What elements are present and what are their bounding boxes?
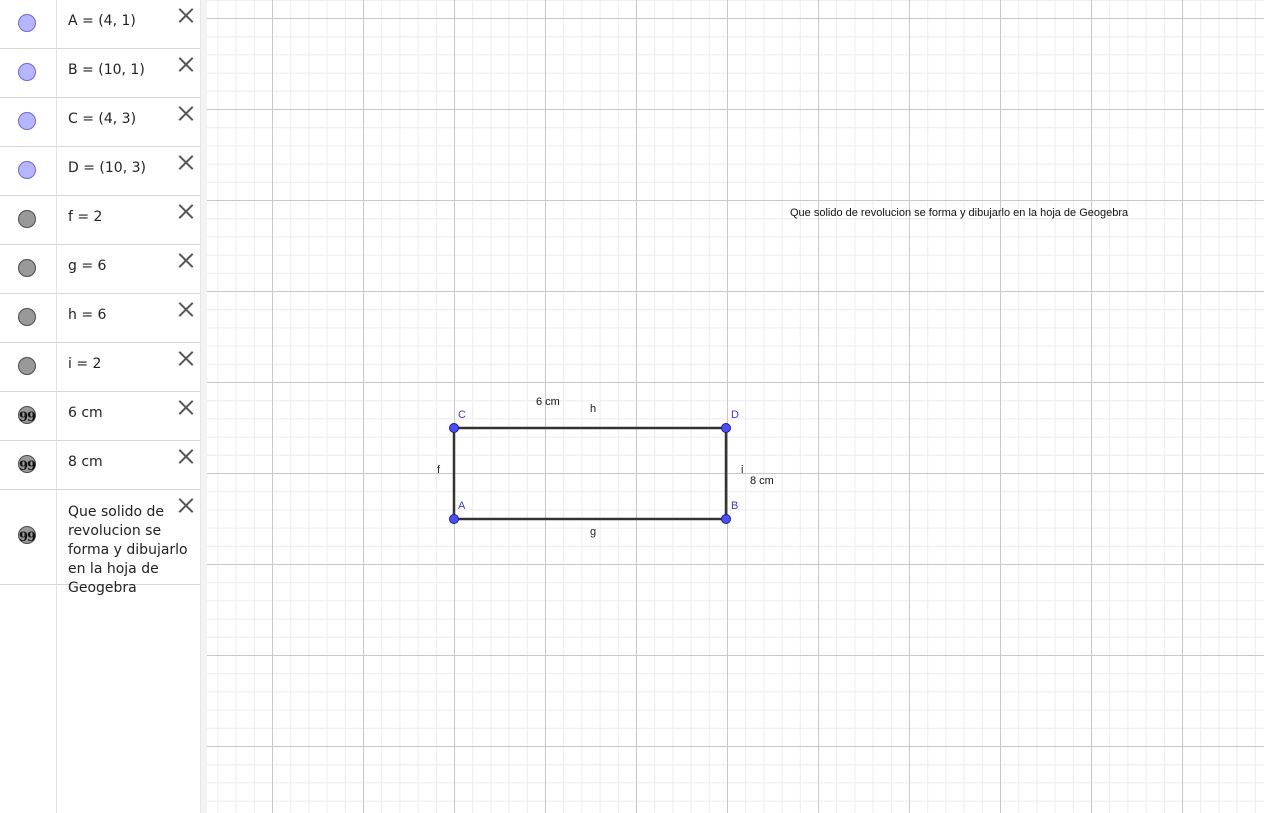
quote-glyph: 99 bbox=[18, 410, 36, 425]
segment-label-f: f bbox=[437, 464, 441, 476]
point-B[interactable] bbox=[721, 514, 731, 524]
algebra-item-A[interactable]: A = (4, 1) bbox=[0, 0, 200, 49]
algebra-item-label[interactable]: 8 cm bbox=[68, 454, 103, 470]
algebra-item-label[interactable]: h = 6 bbox=[68, 307, 106, 323]
point-label-C: C bbox=[458, 409, 466, 421]
delete-icon[interactable] bbox=[178, 105, 194, 121]
delete-icon[interactable] bbox=[178, 252, 194, 268]
segment-label-i: i bbox=[741, 464, 743, 476]
algebra-item-label[interactable]: B = (10, 1) bbox=[68, 62, 145, 78]
algebra-item-h[interactable]: h = 6 bbox=[0, 294, 200, 343]
visibility-toggle-icon[interactable] bbox=[18, 63, 36, 81]
text-question[interactable]: Que solido de revolucion se forma y dibu… bbox=[790, 207, 1129, 219]
point-label-D: D bbox=[731, 409, 739, 421]
point-A[interactable] bbox=[449, 514, 459, 524]
quote-glyph: 99 bbox=[18, 530, 36, 545]
point-C[interactable] bbox=[449, 423, 459, 433]
point-label-B: B bbox=[731, 500, 738, 512]
graphics-view[interactable]: h g f i 6 cm 8 cm Que solido de revoluci… bbox=[207, 0, 1264, 813]
segment-label-g: g bbox=[590, 526, 596, 538]
algebra-item-D[interactable]: D = (10, 3) bbox=[0, 147, 200, 196]
segment-label-h: h bbox=[590, 403, 596, 415]
text-object-icon[interactable]: 99 bbox=[18, 455, 36, 473]
algebra-item-label[interactable]: D = (10, 3) bbox=[68, 160, 146, 176]
delete-icon[interactable] bbox=[178, 350, 194, 366]
algebra-item-label[interactable]: 6 cm bbox=[68, 405, 103, 421]
algebra-item-text3[interactable]: 99 Que solido de revolucion se forma y d… bbox=[0, 490, 200, 596]
visibility-toggle-icon[interactable] bbox=[18, 112, 36, 130]
visibility-toggle-icon[interactable] bbox=[18, 14, 36, 32]
visibility-toggle-icon[interactable] bbox=[18, 308, 36, 326]
algebra-item-label[interactable]: C = (4, 3) bbox=[68, 111, 136, 127]
algebra-view: A = (4, 1) B = (10, 1) C = (4, 3) D = (1… bbox=[0, 0, 200, 813]
algebra-item-text2[interactable]: 99 8 cm bbox=[0, 441, 200, 490]
grid-major-lines bbox=[207, 0, 1264, 813]
algebra-item-label[interactable]: Que solido de revolucion se forma y dibu… bbox=[68, 503, 200, 598]
text-eight-cm[interactable]: 8 cm bbox=[750, 475, 774, 487]
algebra-item-label[interactable]: f = 2 bbox=[68, 209, 102, 225]
delete-icon[interactable] bbox=[178, 497, 194, 513]
graphics-canvas[interactable]: h g f i 6 cm 8 cm Que solido de revoluci… bbox=[207, 0, 1264, 813]
point-D[interactable] bbox=[721, 423, 731, 433]
delete-icon[interactable] bbox=[178, 301, 194, 317]
grid-minor-lines bbox=[207, 0, 1264, 813]
algebra-item-C[interactable]: C = (4, 3) bbox=[0, 98, 200, 147]
algebra-item-label[interactable]: A = (4, 1) bbox=[68, 13, 136, 29]
algebra-item-label[interactable]: i = 2 bbox=[68, 356, 101, 372]
text-object-icon[interactable]: 99 bbox=[18, 526, 36, 544]
algebra-item-g[interactable]: g = 6 bbox=[0, 245, 200, 294]
delete-icon[interactable] bbox=[178, 399, 194, 415]
algebra-item-f[interactable]: f = 2 bbox=[0, 196, 200, 245]
delete-icon[interactable] bbox=[178, 7, 194, 23]
point-label-A: A bbox=[458, 500, 466, 512]
visibility-toggle-icon[interactable] bbox=[18, 210, 36, 228]
algebra-item-i[interactable]: i = 2 bbox=[0, 343, 200, 392]
visibility-toggle-icon[interactable] bbox=[18, 161, 36, 179]
view-splitter[interactable] bbox=[200, 0, 207, 813]
visibility-toggle-icon[interactable] bbox=[18, 357, 36, 375]
algebra-item-label[interactable]: g = 6 bbox=[68, 258, 106, 274]
algebra-item-B[interactable]: B = (10, 1) bbox=[0, 49, 200, 98]
text-six-cm[interactable]: 6 cm bbox=[536, 396, 560, 408]
delete-icon[interactable] bbox=[178, 154, 194, 170]
delete-icon[interactable] bbox=[178, 203, 194, 219]
visibility-toggle-icon[interactable] bbox=[18, 259, 36, 277]
text-object-icon[interactable]: 99 bbox=[18, 406, 36, 424]
delete-icon[interactable] bbox=[178, 448, 194, 464]
algebra-item-text1[interactable]: 99 6 cm bbox=[0, 392, 200, 441]
delete-icon[interactable] bbox=[178, 56, 194, 72]
quote-glyph: 99 bbox=[18, 459, 36, 474]
